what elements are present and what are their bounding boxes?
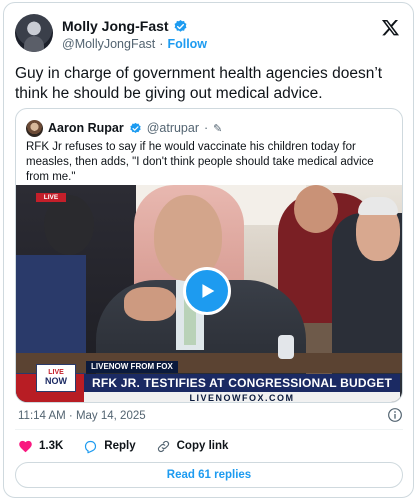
copy-link-button[interactable]: Copy link [156, 439, 229, 454]
verified-badge-icon [174, 19, 186, 32]
author-handle-row: @MollyJongFast · Follow [62, 37, 207, 51]
livenow-logo: LIVE NOW [36, 364, 76, 392]
video-person-left-head [44, 195, 94, 255]
tweet-header: Molly Jong-Fast @MollyJongFast · Follow [15, 14, 402, 54]
verified-badge-icon [130, 122, 141, 133]
play-button[interactable] [183, 267, 231, 315]
play-icon [202, 284, 215, 298]
quote-header: Aaron Rupar @atrupar · ✎ [26, 119, 222, 137]
lower-third-headline: RFK JR. TESTIFIES AT CONGRESSIONAL BUDGE… [84, 374, 400, 402]
tweet-card: Molly Jong-Fast @MollyJongFast · Follow … [3, 2, 414, 498]
reply-icon [85, 440, 97, 453]
heart-icon [19, 440, 32, 452]
read-replies-button[interactable]: Read 61 replies [15, 462, 403, 488]
lower-third-brand: LIVENOW FROM FOX [86, 361, 178, 373]
author-handle[interactable]: @MollyJongFast [62, 37, 155, 51]
quote-author-name: Aaron Rupar [48, 121, 124, 135]
actions-divider [15, 429, 403, 430]
quote-author-handle: @atrupar [146, 121, 199, 135]
quoted-tweet[interactable]: Aaron Rupar @atrupar · ✎ RFK Jr refuses … [15, 108, 403, 403]
video-person-red-head [294, 185, 338, 233]
info-icon[interactable] [387, 407, 403, 423]
live-tag: LIVE [36, 193, 66, 202]
author-name-row: Molly Jong-Fast [62, 18, 188, 34]
tweet-timestamp[interactable]: 11:14 AM · May 14, 2025 [18, 410, 146, 422]
quote-author-avatar [26, 119, 43, 137]
video-player[interactable]: LIVE LIVE NOW LIVENOW FROM FOX RFK JR. T… [16, 185, 402, 402]
reply-label: Reply [104, 440, 136, 452]
tweet-text: Guy in charge of government health agenc… [15, 65, 383, 102]
x-logo-icon[interactable] [381, 18, 400, 37]
like-count: 1.3K [39, 440, 64, 452]
follow-button[interactable]: Follow [167, 37, 207, 51]
news-lower-third: LIVE NOW LIVENOW FROM FOX RFK JR. TESTIF… [16, 357, 402, 402]
copy-link-label: Copy link [176, 440, 229, 452]
handle-separator: · [159, 37, 164, 51]
logo-bottom-text: NOW [45, 376, 67, 386]
video-microphone [278, 335, 294, 359]
video-speaker-hand [124, 287, 176, 321]
author-display-name[interactable]: Molly Jong-Fast [62, 18, 169, 34]
link-icon [157, 440, 169, 452]
reply-button[interactable]: Reply [83, 439, 136, 454]
like-button[interactable]: 1.3K [18, 439, 63, 454]
lower-third-url: LIVENOWFOX.COM [84, 392, 400, 402]
pencil-icon: ✎ [213, 122, 223, 135]
video-person-right-hair [358, 197, 398, 215]
tweet-actions: 1.3K Reply Copy link [18, 437, 228, 455]
author-avatar[interactable] [15, 14, 53, 52]
quote-separator: · [204, 121, 209, 135]
quote-text: RFK Jr refuses to say if he would vaccin… [26, 141, 374, 183]
